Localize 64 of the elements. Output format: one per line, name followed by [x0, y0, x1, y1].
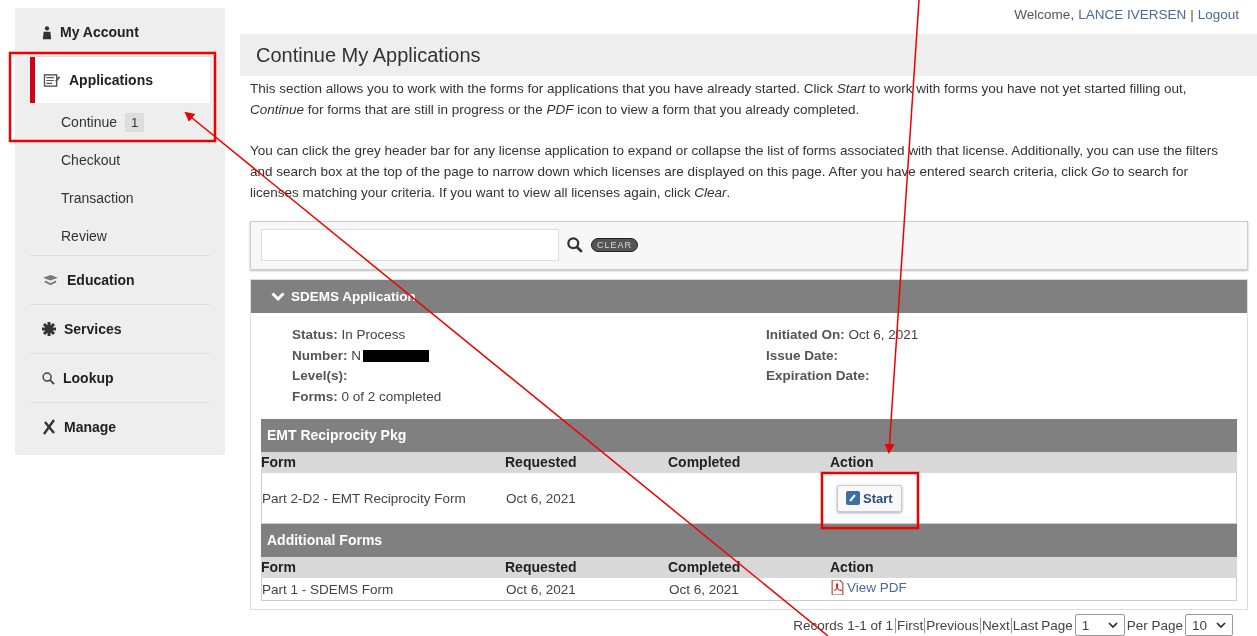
- sidebar-subitem[interactable]: Checkout: [30, 141, 210, 179]
- table-cell-text: Oct 6, 2021: [669, 581, 740, 597]
- caret-icon: [1107, 622, 1118, 628]
- sidebar-item[interactable]: Lookup: [30, 354, 210, 402]
- count-badge: 1: [125, 112, 145, 132]
- view-pdf-link[interactable]: View PDF: [831, 580, 907, 595]
- per-page-select[interactable]: 10: [1185, 614, 1233, 636]
- sidebar-item[interactable]: My Account: [30, 8, 210, 56]
- welcome-text: Welcome,: [1014, 7, 1075, 24]
- table-cell-text: Oct 6, 2021: [506, 490, 577, 506]
- caret-icon: [1216, 622, 1226, 628]
- separator-text: |: [1190, 7, 1194, 24]
- search-field[interactable]: [261, 229, 559, 262]
- page-title: Continue My Applications: [240, 33, 1257, 76]
- detail-text: Issue Date:: [766, 346, 840, 365]
- application-title: SDEMS Application: [291, 289, 416, 304]
- page-label: Page: [1041, 617, 1073, 633]
- detail-text: Level(s):: [292, 367, 349, 385]
- person-icon: [42, 24, 52, 40]
- sidebar-subitem[interactable]: Review: [30, 217, 210, 255]
- asterisk-icon: [42, 322, 56, 336]
- pager-link[interactable]: First: [895, 617, 925, 633]
- sidebar-subitem[interactable]: Transaction: [30, 179, 210, 217]
- table-cell-text: Part 1 - SDEMS Form: [262, 581, 395, 597]
- detail-text: Number: N: [292, 345, 766, 366]
- column-header: Form: [261, 453, 297, 472]
- pager-link[interactable]: Last: [1010, 617, 1040, 633]
- tools-icon: [42, 419, 56, 435]
- detail-text: Forms: 0 of 2 completed: [292, 387, 443, 406]
- detail-text: Expiration Date:: [766, 367, 871, 385]
- per-page-label: Per Page: [1126, 617, 1183, 633]
- section-header: EMT Reciprocity Pkg: [261, 419, 1237, 452]
- form-edit-icon: [43, 72, 61, 88]
- search-icon[interactable]: [567, 237, 583, 254]
- sidebar-item[interactable]: Manage: [30, 403, 210, 451]
- clear-button[interactable]: CLEAR: [591, 238, 638, 253]
- column-header: Action: [830, 453, 875, 472]
- graduation-cap-icon: [42, 273, 59, 287]
- column-header: Completed: [668, 453, 742, 472]
- sidebar-item[interactable]: Education: [30, 256, 210, 304]
- page-select[interactable]: 1: [1074, 614, 1125, 636]
- user-name-link[interactable]: LANCE IVERSEN: [1078, 7, 1187, 26]
- start-button[interactable]: Start: [837, 484, 902, 512]
- column-header: Form: [261, 558, 297, 577]
- pager-link[interactable]: Previous: [924, 617, 980, 633]
- section-header: Additional Forms: [261, 524, 1237, 557]
- logout-link[interactable]: Logout: [1197, 7, 1239, 26]
- table-cell-text: Oct 6, 2021: [506, 581, 577, 597]
- pdf-file-icon: [831, 580, 844, 595]
- column-header: Requested: [505, 453, 578, 472]
- detail-text: Status: In Process: [292, 326, 407, 344]
- sidebar-subitem[interactable]: Continue 1: [30, 103, 210, 141]
- sidebar-item[interactable]: Services: [30, 305, 210, 353]
- chevron-icon: [271, 291, 285, 302]
- sidebar-item[interactable]: Applications: [30, 57, 210, 103]
- edit-icon: [846, 491, 860, 505]
- table-cell-text: Part 2-D2 - EMT Reciprocity Form: [262, 490, 467, 506]
- column-header: Completed: [668, 558, 742, 577]
- intro-paragraph: This section allows you to work with the forms for applications that you have already started. Click Start to work with forms you have not yet started filling out, Continue for forms that are still in progress or the PDF icon to view a form that you already completed.: [250, 79, 1188, 119]
- application-header[interactable]: SDEMS Application: [251, 280, 1247, 313]
- search-icon: [42, 371, 55, 385]
- pager-link[interactable]: Next: [979, 617, 1011, 633]
- column-header: Action: [830, 558, 875, 577]
- column-header: Requested: [505, 558, 578, 577]
